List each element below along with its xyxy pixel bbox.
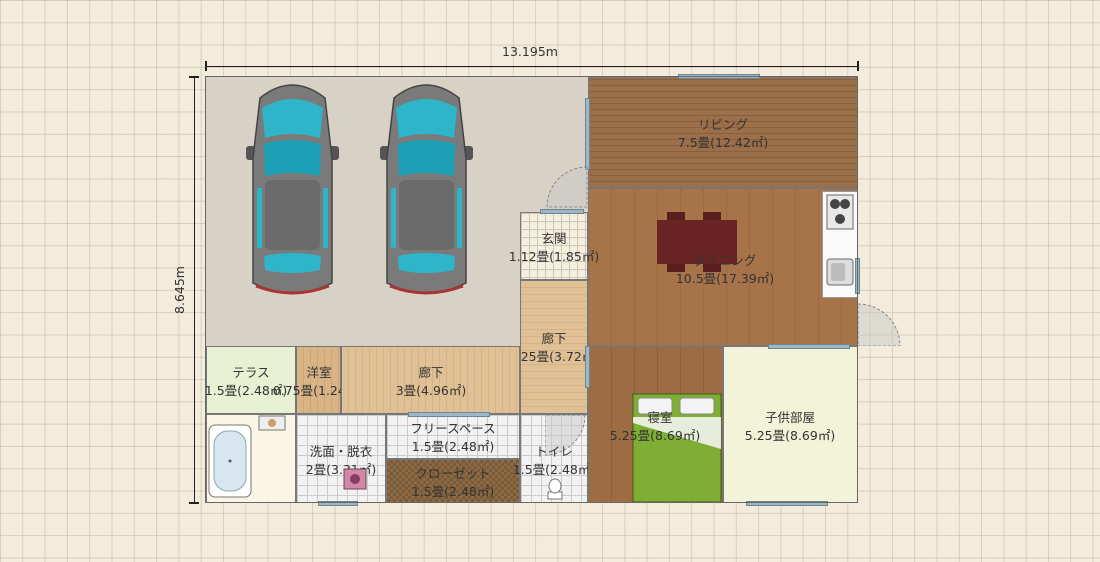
washbasin-icon — [258, 415, 286, 431]
width-dimension-label: 13.195m — [502, 44, 558, 59]
entrance-door-swing — [546, 166, 588, 208]
toilet-icon — [547, 478, 563, 500]
kids-window-bottom — [746, 501, 828, 506]
hallway-vertical-window — [585, 346, 590, 388]
kids-room-area: 5.25畳(8.69㎡) — [744, 428, 836, 443]
height-dimension-line — [194, 77, 195, 503]
washroom-window — [318, 501, 358, 506]
height-dimension-label: 8.645m — [172, 266, 187, 314]
closet-name: クローゼット — [415, 466, 491, 481]
hallway-vertical-name: 廊下 — [541, 331, 567, 346]
entrance-window — [540, 209, 584, 214]
exterior-door-swing — [858, 303, 901, 346]
height-dimension-tick-top — [189, 76, 199, 78]
living-room-area: 7.5畳(12.42㎡) — [677, 135, 769, 150]
height-dimension-tick-bottom — [189, 502, 199, 504]
closet-area: 1.5畳(2.48㎡) — [411, 484, 495, 499]
bedroom-name: 寝室 — [647, 410, 673, 425]
washing-machine-icon — [343, 468, 367, 490]
entrance-name: 玄関 — [541, 231, 567, 246]
kids-room-name: 子供部屋 — [764, 410, 815, 425]
kitchen-window — [855, 258, 860, 294]
terrace-name: テラス — [232, 365, 270, 380]
hallway-horizontal-window — [408, 412, 490, 417]
free-space-name: フリースペース — [410, 421, 496, 436]
bathtub-icon — [208, 424, 252, 498]
bedroom-area: 5.25畳(8.69㎡) — [609, 428, 701, 443]
living-window-left — [585, 98, 590, 170]
washroom-name: 洗面・脱衣 — [309, 444, 373, 459]
dining-room-name: ダイニング — [693, 253, 757, 268]
toilet-name: トイレ — [535, 444, 573, 459]
width-dimension-line — [206, 66, 858, 67]
car-icon — [246, 84, 339, 295]
dining-room-area: 10.5畳(17.39㎡) — [675, 271, 775, 286]
hallway-horizontal-area: 3畳(4.96㎡) — [395, 383, 467, 398]
washroom-area: 2畳(3.31㎡) — [305, 462, 377, 477]
entrance-area: 1.12畳(1.85㎡) — [508, 249, 600, 264]
stove-icon — [826, 194, 854, 230]
car-icon — [380, 84, 473, 295]
width-dimension-tick-left — [205, 61, 207, 71]
sink-icon — [826, 258, 854, 286]
hallway-horizontal-name: 廊下 — [418, 365, 444, 380]
living-window-top — [678, 74, 760, 79]
kids-window-top — [768, 344, 850, 349]
free-space-area: 1.5畳(2.48㎡) — [411, 439, 495, 454]
width-dimension-tick-right — [857, 61, 859, 71]
living-room-name: リビング — [697, 117, 748, 132]
western-room-name: 洋室 — [306, 365, 332, 380]
